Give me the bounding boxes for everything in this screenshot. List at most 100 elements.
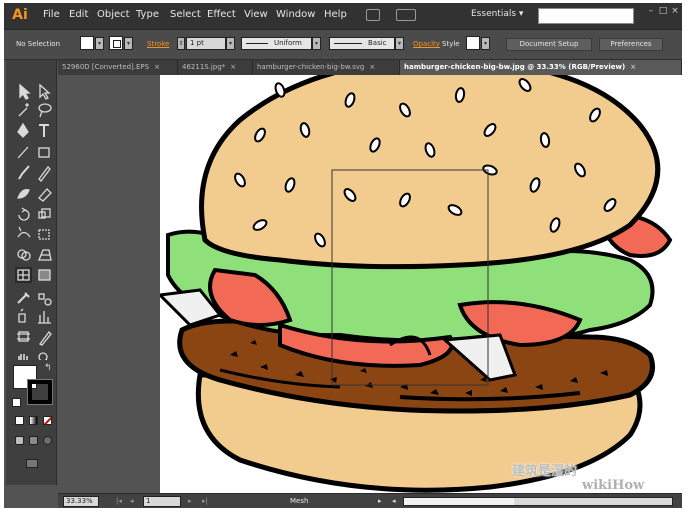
menu-help[interactable]: Help bbox=[324, 9, 347, 20]
tab-label: hamburger-chicken-big-bw.jpg @ 33.33% (R… bbox=[404, 63, 626, 71]
swap-fill-stroke-icon[interactable]: ↰ bbox=[44, 363, 54, 373]
menu-effect[interactable]: Effect bbox=[207, 9, 236, 20]
tab-52960d-eps[interactable]: 52960D [Converted].EPS × bbox=[58, 60, 178, 75]
gradient-mode-icon[interactable] bbox=[29, 416, 38, 425]
draw-normal-icon[interactable] bbox=[15, 436, 24, 445]
shape-builder-tool-icon[interactable] bbox=[17, 249, 31, 261]
gradient-tool-icon[interactable] bbox=[38, 269, 51, 281]
stroke-weight-field[interactable]: 1 pt bbox=[186, 37, 226, 50]
close-icon[interactable]: × bbox=[154, 63, 160, 71]
hamburger-artwork bbox=[160, 75, 673, 493]
paintbrush-tool-icon[interactable] bbox=[18, 165, 30, 180]
brush-label: Basic bbox=[368, 39, 387, 47]
preferences-button[interactable]: Preferences bbox=[599, 38, 663, 51]
line-tool-icon[interactable] bbox=[17, 146, 29, 159]
close-icon[interactable]: × bbox=[369, 63, 375, 71]
pencil-tool-icon[interactable] bbox=[38, 166, 51, 182]
zoom-tool-icon[interactable] bbox=[38, 352, 50, 360]
rotate-tool-icon[interactable] bbox=[18, 207, 30, 221]
symbol-sprayer-tool-icon[interactable] bbox=[18, 308, 26, 323]
screen-mode-icon[interactable] bbox=[26, 459, 38, 468]
style-label: Style bbox=[442, 40, 460, 48]
graphic-style-swatch[interactable] bbox=[466, 36, 480, 50]
slice-tool-icon[interactable] bbox=[39, 331, 52, 346]
menu-window[interactable]: Window bbox=[276, 9, 315, 20]
first-artboard-button[interactable]: |◂ bbox=[116, 496, 122, 507]
stroke-weight-dropdown[interactable]: ▾ bbox=[226, 37, 235, 50]
menu-edit[interactable]: Edit bbox=[69, 9, 88, 20]
menu-object[interactable]: Object bbox=[97, 9, 130, 20]
last-artboard-button[interactable]: ▸| bbox=[202, 496, 208, 507]
menu-type[interactable]: Type bbox=[136, 9, 159, 20]
blob-brush-tool-icon[interactable] bbox=[17, 189, 30, 199]
lasso-tool-icon[interactable] bbox=[38, 103, 52, 118]
zoom-field[interactable]: 33.33% bbox=[63, 496, 99, 507]
graph-tool-icon[interactable] bbox=[38, 311, 51, 324]
workspace-label: Essentials bbox=[471, 9, 517, 19]
bridge-icon[interactable] bbox=[366, 9, 380, 21]
scroll-left-arrow[interactable]: ◂ bbox=[392, 496, 396, 507]
scale-tool-icon[interactable] bbox=[38, 208, 51, 219]
arrange-documents-icon[interactable] bbox=[396, 9, 416, 21]
menu-view[interactable]: View bbox=[244, 9, 268, 20]
horizontal-scrollbar[interactable] bbox=[403, 497, 673, 506]
rectangle-tool-icon[interactable] bbox=[38, 147, 50, 158]
tab-hamburger-jpg-active[interactable]: hamburger-chicken-big-bw.jpg @ 33.33% (R… bbox=[400, 60, 682, 75]
menu-file[interactable]: File bbox=[43, 9, 60, 20]
opacity-label[interactable]: Opacity bbox=[413, 40, 440, 48]
profile-dropdown[interactable]: ▾ bbox=[312, 37, 321, 50]
illustrator-logo: Ai bbox=[12, 7, 28, 23]
direct-selection-tool-icon[interactable] bbox=[39, 83, 51, 100]
document-setup-button[interactable]: Document Setup bbox=[506, 38, 592, 51]
draw-behind-icon[interactable] bbox=[29, 436, 38, 445]
next-artboard-button[interactable]: ▸ bbox=[188, 496, 192, 507]
watermark-line2: wikiHow bbox=[582, 478, 645, 493]
style-dropdown[interactable]: ▾ bbox=[481, 37, 490, 50]
stroke-swatch[interactable] bbox=[109, 36, 123, 50]
artboard-tool-icon[interactable] bbox=[17, 331, 30, 342]
selection-tool-icon[interactable] bbox=[19, 83, 31, 100]
scrollbar-thumb[interactable] bbox=[404, 498, 514, 505]
tab-46211s-jpg[interactable]: 46211S.jpg* × bbox=[178, 60, 253, 75]
watermark-line1: 建筑是湿的 bbox=[512, 464, 578, 479]
workspace-switcher[interactable]: Essentials ▾ bbox=[471, 9, 523, 19]
draw-inside-icon[interactable] bbox=[43, 436, 52, 445]
close-icon[interactable]: × bbox=[630, 63, 636, 71]
none-mode-icon[interactable] bbox=[43, 416, 52, 425]
free-transform-tool-icon[interactable] bbox=[38, 229, 50, 240]
type-tool-icon[interactable] bbox=[39, 124, 49, 137]
pen-tool-icon[interactable] bbox=[17, 122, 29, 138]
search-input[interactable] bbox=[538, 8, 634, 24]
eyedropper-tool-icon[interactable] bbox=[17, 292, 30, 304]
color-mode-icon[interactable] bbox=[15, 416, 24, 425]
stroke-weight-stepper[interactable]: ⇕ bbox=[177, 37, 185, 50]
tab-hamburger-svg[interactable]: hamburger-chicken-big-bw.svg × bbox=[253, 60, 400, 75]
magic-wand-tool-icon[interactable] bbox=[18, 103, 29, 117]
close-icon[interactable]: × bbox=[230, 63, 236, 71]
stroke-label[interactable]: Stroke bbox=[147, 40, 169, 48]
brush-definition[interactable]: Basic bbox=[329, 37, 395, 50]
hand-tool-icon[interactable] bbox=[18, 354, 29, 360]
stroke-color-box[interactable] bbox=[27, 379, 53, 405]
artboard[interactable]: 建筑是湿的 wikiHow bbox=[160, 75, 682, 493]
width-tool-icon[interactable] bbox=[17, 226, 31, 238]
canvas-area[interactable]: 建筑是湿的 wikiHow bbox=[58, 75, 682, 493]
eraser-tool-icon[interactable] bbox=[38, 188, 52, 202]
variable-width-profile[interactable]: Uniform bbox=[241, 37, 312, 50]
blend-tool-icon[interactable] bbox=[38, 293, 52, 306]
perspective-grid-tool-icon[interactable] bbox=[38, 249, 52, 261]
stroke-dropdown[interactable]: ▾ bbox=[124, 37, 133, 50]
tab-label: hamburger-chicken-big-bw.svg bbox=[257, 63, 365, 71]
brush-dropdown[interactable]: ▾ bbox=[395, 37, 404, 50]
fill-dropdown[interactable]: ▾ bbox=[95, 37, 104, 50]
default-colors-icon[interactable] bbox=[12, 398, 21, 407]
artboard-number-field[interactable]: 1 bbox=[143, 496, 181, 507]
menu-select[interactable]: Select bbox=[170, 9, 201, 20]
prev-artboard-button[interactable]: ◂ bbox=[130, 496, 134, 507]
status-menu-arrow[interactable]: ▸ bbox=[378, 496, 382, 507]
fill-swatch[interactable] bbox=[80, 36, 94, 50]
close-window-button[interactable]: × bbox=[668, 6, 682, 16]
profile-label: Uniform bbox=[274, 39, 302, 47]
selection-status: No Selection bbox=[16, 40, 61, 48]
control-bar: No Selection ▾ ▾ Stroke ⇕ 1 pt ▾ Uniform… bbox=[4, 30, 682, 60]
